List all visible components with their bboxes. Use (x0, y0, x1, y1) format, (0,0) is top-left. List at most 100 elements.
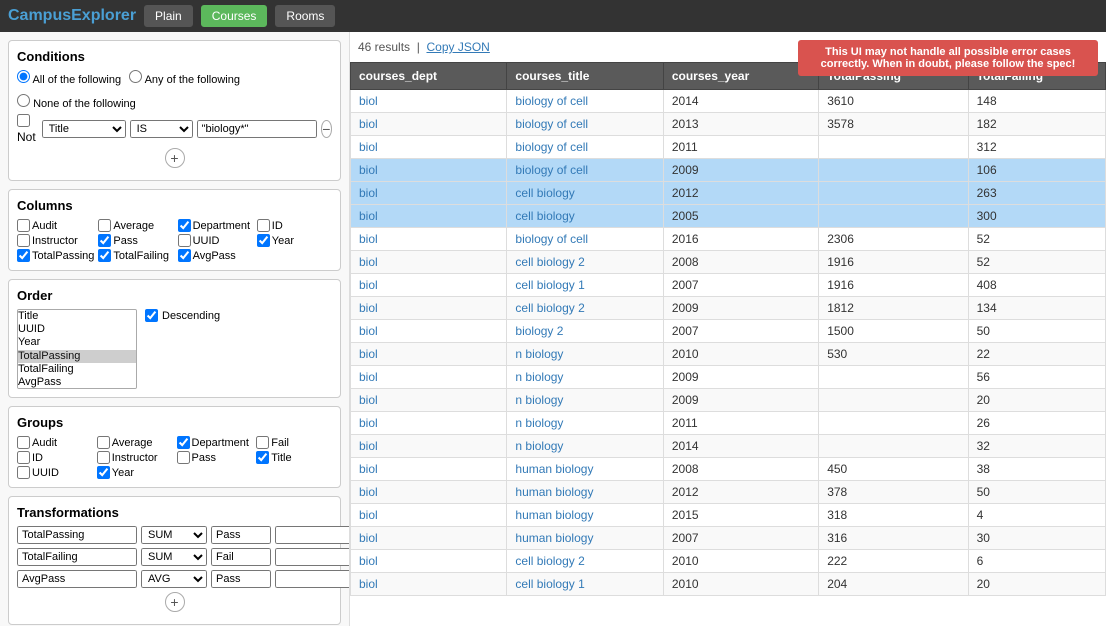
copy-json-link[interactable]: Copy JSON (426, 40, 489, 54)
dept-link[interactable]: biol (359, 439, 378, 453)
radio-all[interactable]: All of the following (17, 70, 121, 86)
grp-fail[interactable]: Fail (256, 436, 332, 449)
transform-applyfield-1[interactable]: TotalPassingTotalFailing (275, 526, 350, 544)
field-select[interactable]: Title Department ID Instructor UUID Year… (42, 120, 126, 138)
col-totalpassing[interactable]: TotalPassing (17, 249, 94, 262)
title-link[interactable]: biology of cell (515, 232, 588, 246)
dept-link[interactable]: biol (359, 370, 378, 384)
transform-apply-2[interactable] (211, 548, 271, 566)
dept-link[interactable]: biol (359, 94, 378, 108)
title-link[interactable]: biology 2 (515, 324, 563, 338)
title-link[interactable]: n biology (515, 416, 563, 430)
dept-link[interactable]: biol (359, 163, 378, 177)
dept-link[interactable]: biol (359, 117, 378, 131)
col-instructor[interactable]: Instructor (17, 234, 94, 247)
filter-value-input[interactable] (197, 120, 317, 138)
dept-link[interactable]: biol (359, 577, 378, 591)
grp-average[interactable]: Average (97, 436, 173, 449)
dept-link[interactable]: biol (359, 301, 378, 315)
transform-field-2[interactable] (17, 548, 137, 566)
dept-link[interactable]: biol (359, 255, 378, 269)
grp-pass[interactable]: Pass (177, 451, 253, 464)
descending-label[interactable]: Descending (145, 309, 220, 322)
col-uuid[interactable]: UUID (178, 234, 253, 247)
add-transform-button[interactable]: + (165, 592, 185, 612)
dept-link[interactable]: biol (359, 554, 378, 568)
dept-link[interactable]: biol (359, 324, 378, 338)
dept-link[interactable]: biol (359, 531, 378, 545)
not-checkbox[interactable] (17, 114, 30, 127)
title-link[interactable]: cell biology 1 (515, 577, 584, 591)
add-condition-button[interactable]: + (165, 148, 185, 168)
nav-plain[interactable]: Plain (144, 5, 193, 27)
dept-link[interactable]: biol (359, 485, 378, 499)
col-avgpass[interactable]: AvgPass (178, 249, 253, 262)
radio-any[interactable]: Any of the following (129, 70, 240, 86)
transform-op-2[interactable]: SUMAVGMINMAXCOUNT (141, 548, 207, 566)
order-option-uuid[interactable]: UUID (18, 323, 136, 336)
radio-none[interactable]: None of the following (17, 94, 136, 110)
transform-apply-1[interactable] (211, 526, 271, 544)
transform-op-3[interactable]: AVGSUMMINMAXCOUNT (141, 570, 207, 588)
title-link[interactable]: cell biology 1 (515, 278, 584, 292)
title-link[interactable]: human biology (515, 462, 593, 476)
order-list[interactable]: Title UUID Year TotalPassing TotalFailin… (17, 309, 137, 389)
nav-rooms[interactable]: Rooms (275, 5, 335, 27)
dept-link[interactable]: biol (359, 209, 378, 223)
grp-uuid[interactable]: UUID (17, 466, 93, 479)
dept-link[interactable]: biol (359, 186, 378, 200)
transform-apply-3[interactable] (211, 570, 271, 588)
operator-select[interactable]: IS IS NOT > < = (130, 120, 193, 138)
dept-link[interactable]: biol (359, 232, 378, 246)
grp-department[interactable]: Department (177, 436, 253, 449)
title-link[interactable]: human biology (515, 531, 593, 545)
title-link[interactable]: biology of cell (515, 163, 588, 177)
title-link[interactable]: human biology (515, 485, 593, 499)
title-link[interactable]: biology of cell (515, 140, 588, 154)
title-link[interactable]: biology of cell (515, 117, 588, 131)
grp-title[interactable]: Title (256, 451, 332, 464)
title-link[interactable]: cell biology (515, 186, 574, 200)
dept-link[interactable]: biol (359, 462, 378, 476)
col-year[interactable]: Year (257, 234, 332, 247)
title-link[interactable]: n biology (515, 370, 563, 384)
dept-link[interactable]: biol (359, 416, 378, 430)
title-link[interactable]: human biology (515, 508, 593, 522)
col-average[interactable]: Average (98, 219, 173, 232)
title-link[interactable]: cell biology (515, 209, 574, 223)
dept-link[interactable]: biol (359, 347, 378, 361)
title-link[interactable]: cell biology 2 (515, 255, 584, 269)
order-option-totalpassing[interactable]: TotalPassing (18, 350, 136, 363)
transform-applyfield-2[interactable]: TotalPassingTotalFailing (275, 548, 350, 566)
col-audit[interactable]: Audit (17, 219, 94, 232)
grp-id[interactable]: ID (17, 451, 93, 464)
nav-courses[interactable]: Courses (201, 5, 268, 27)
title-link[interactable]: n biology (515, 439, 563, 453)
title-link[interactable]: cell biology 2 (515, 554, 584, 568)
title-link[interactable]: biology of cell (515, 94, 588, 108)
order-option-totalfailing[interactable]: TotalFailing (18, 363, 136, 376)
order-option-avgpass[interactable]: AvgPass (18, 376, 136, 389)
grp-year[interactable]: Year (97, 466, 173, 479)
col-department[interactable]: Department (178, 219, 253, 232)
title-link[interactable]: n biology (515, 347, 563, 361)
order-option-title[interactable]: Title (18, 310, 136, 323)
grp-audit[interactable]: Audit (17, 436, 93, 449)
order-option-year[interactable]: Year (18, 336, 136, 349)
title-link[interactable]: n biology (515, 393, 563, 407)
descending-checkbox[interactable] (145, 309, 158, 322)
not-label[interactable]: Not (17, 114, 38, 144)
transform-op-1[interactable]: SUMAVGMINMAXCOUNT (141, 526, 207, 544)
dept-link[interactable]: biol (359, 508, 378, 522)
col-id[interactable]: ID (257, 219, 332, 232)
title-link[interactable]: cell biology 2 (515, 301, 584, 315)
dept-link[interactable]: biol (359, 140, 378, 154)
transform-field-1[interactable] (17, 526, 137, 544)
col-pass[interactable]: Pass (98, 234, 173, 247)
transform-applyfield-3[interactable]: TotalPassingTotalFailing (275, 570, 350, 588)
remove-condition-button[interactable]: − (321, 120, 332, 138)
col-totalfailing[interactable]: TotalFailing (98, 249, 173, 262)
dept-link[interactable]: biol (359, 393, 378, 407)
dept-link[interactable]: biol (359, 278, 378, 292)
grp-instructor[interactable]: Instructor (97, 451, 173, 464)
